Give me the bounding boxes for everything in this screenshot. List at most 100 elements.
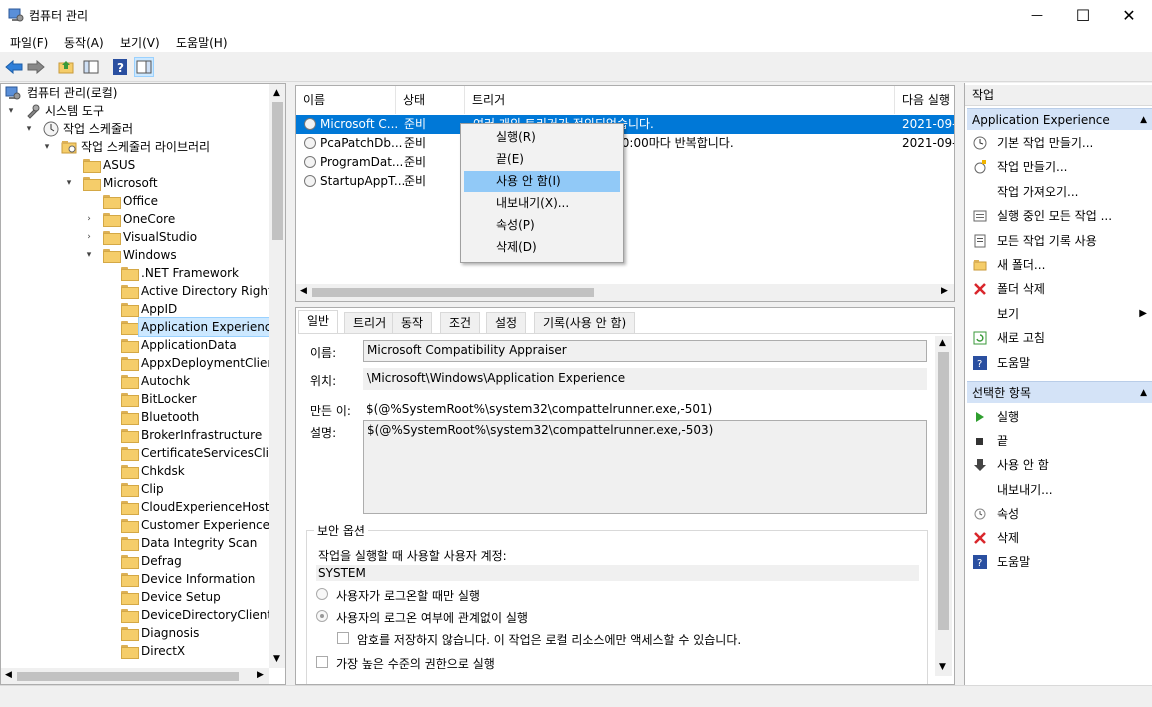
forward-button[interactable]: [26, 57, 46, 77]
tab-settings[interactable]: 설정: [486, 312, 527, 333]
end-icon: [973, 434, 987, 448]
tree-horizontal-scrollbar[interactable]: ◀ ▶: [1, 668, 269, 684]
action-create-basic-task[interactable]: 기본 작업 만들기...: [967, 131, 1151, 155]
ctx-end[interactable]: 끝(E): [464, 149, 620, 170]
tab-triggers[interactable]: 트리거: [344, 312, 396, 333]
scroll-right-icon[interactable]: ▶: [257, 670, 264, 680]
folder-icon: [121, 411, 139, 425]
maximize-button[interactable]: ☐: [1060, 0, 1106, 30]
delete-folder-icon: [973, 282, 987, 296]
task-row[interactable]: ProgramDat... 준비: [296, 153, 954, 172]
collapse-arrow-icon[interactable]: ▾: [41, 138, 53, 156]
action-new-folder[interactable]: 새 폴더...: [967, 253, 1151, 277]
security-options-title: 보안 옵션: [314, 522, 368, 539]
checkbox-highest-privileges[interactable]: [316, 656, 328, 668]
action-display-running-tasks[interactable]: 실행 중인 모든 작업 ...: [967, 204, 1151, 228]
action-create-task[interactable]: 작업 만들기...: [967, 155, 1151, 179]
action-export[interactable]: 내보내기...: [967, 478, 1151, 502]
action-help-selected[interactable]: ? 도움말: [967, 550, 1151, 574]
column-header-next-run[interactable]: 다음 실행: [895, 86, 954, 114]
account-field[interactable]: SYSTEM: [316, 565, 919, 581]
ctx-run[interactable]: 실행(R): [464, 127, 620, 148]
checkbox-do-not-store-password[interactable]: [337, 632, 349, 644]
expand-arrow-icon[interactable]: ›: [83, 228, 95, 246]
tree-node-label: BitLocker: [141, 392, 197, 406]
action-disable[interactable]: 사용 안 함: [967, 453, 1151, 477]
tab-actions[interactable]: 동작: [392, 312, 433, 333]
console-tree[interactable]: 컴퓨터 관리(로컬) ▾ 시스템 도구 ▾ 작업 스케줄러 ▾ 작업 스케줄러 라이브러리 A…: [0, 83, 286, 685]
action-properties[interactable]: 속성: [967, 502, 1151, 526]
task-row[interactable]: Microsoft C... 준비 여러 개의 트리거가 정의되었습니다. 20…: [296, 115, 954, 134]
menu-help[interactable]: 도움말(H): [176, 34, 228, 51]
menu-view[interactable]: 보기(V): [120, 34, 160, 51]
collapse-arrow-icon[interactable]: ▾: [83, 246, 95, 264]
ctx-delete[interactable]: 삭제(D): [464, 237, 620, 258]
menu-action[interactable]: 동작(A): [64, 34, 104, 51]
detail-scroll-thumb[interactable]: [938, 352, 949, 630]
action-refresh[interactable]: 새로 고침: [967, 326, 1151, 350]
action-delete[interactable]: 삭제: [967, 526, 1151, 550]
action-label: 기본 작업 만들기...: [997, 136, 1094, 150]
action-view[interactable]: 보기 ▶: [967, 302, 1151, 326]
tree-node-label: Chkdsk: [141, 464, 185, 478]
name-label: 이름:: [310, 346, 337, 360]
scroll-left-icon[interactable]: ◀: [300, 286, 307, 296]
collapse-arrow-icon[interactable]: ▾: [5, 102, 17, 120]
name-field[interactable]: Microsoft Compatibility Appraiser: [363, 340, 927, 362]
show-hide-tree-button[interactable]: [81, 57, 101, 77]
collapse-icon[interactable]: ▲: [1140, 109, 1147, 131]
action-enable-history[interactable]: 모든 작업 기록 사용: [967, 229, 1151, 253]
tasklist-hscroll-thumb[interactable]: [312, 288, 594, 297]
action-import-task[interactable]: 작업 가져오기...: [967, 180, 1151, 204]
ctx-properties[interactable]: 속성(P): [464, 215, 620, 236]
close-button[interactable]: ✕: [1106, 0, 1152, 30]
radio-whether-logged-on[interactable]: [316, 610, 328, 622]
action-delete-folder[interactable]: 폴더 삭제: [967, 277, 1151, 301]
menu-file[interactable]: 파일(F): [10, 34, 48, 51]
scroll-right-icon[interactable]: ▶: [941, 286, 948, 296]
tasklist-horizontal-scrollbar[interactable]: ◀ ▶: [296, 284, 954, 301]
action-label: 작업 가져오기...: [997, 184, 1079, 199]
collapse-icon[interactable]: ▲: [1140, 382, 1147, 404]
description-field[interactable]: $(@%SystemRoot%\system32\compattelrunner…: [363, 420, 927, 514]
back-button[interactable]: [4, 57, 24, 77]
task-row[interactable]: StartupAppT... 준비: [296, 172, 954, 191]
radio-logon-only[interactable]: [316, 588, 328, 600]
column-header-trigger[interactable]: 트리거: [465, 86, 895, 114]
scroll-down-icon[interactable]: ▼: [939, 662, 946, 672]
action-end[interactable]: 끝: [967, 429, 1151, 453]
section-application-experience[interactable]: Application Experience ▲: [967, 108, 1152, 130]
maximize-icon: ☐: [1075, 5, 1091, 25]
action-run[interactable]: 실행: [967, 405, 1151, 429]
tab-history[interactable]: 기록(사용 안 함): [534, 312, 636, 333]
help-button[interactable]: ?: [110, 57, 130, 77]
action-help[interactable]: ? 도움말: [967, 351, 1151, 375]
column-header-status[interactable]: 상태: [396, 86, 465, 114]
collapse-arrow-icon[interactable]: ▾: [63, 174, 75, 192]
up-folder-button[interactable]: [56, 57, 76, 77]
scroll-left-icon[interactable]: ◀: [5, 670, 12, 680]
task-next-run: 2021-09-: [902, 136, 955, 150]
detail-vertical-scrollbar[interactable]: ▲ ▼: [935, 336, 952, 676]
ctx-export[interactable]: 내보내기(X)...: [464, 193, 620, 214]
scroll-up-icon[interactable]: ▲: [939, 338, 946, 348]
folder-icon: [121, 483, 139, 497]
show-hide-action-pane-button[interactable]: [134, 57, 154, 77]
tree-hscroll-thumb[interactable]: [17, 672, 239, 681]
tab-general[interactable]: 일반: [298, 310, 339, 334]
tree-scroll-thumb[interactable]: [272, 102, 283, 240]
collapse-arrow-icon[interactable]: ▾: [23, 120, 35, 138]
task-row[interactable]: PcaPatchDb... 준비 트리거된 후 무기한으로 12:00:00마다…: [296, 134, 954, 153]
scroll-up-icon[interactable]: ▲: [273, 88, 280, 98]
minimize-button[interactable]: —: [1014, 0, 1060, 30]
scroll-down-icon[interactable]: ▼: [273, 654, 280, 664]
ctx-disable[interactable]: 사용 안 함(I): [464, 171, 620, 192]
task-list[interactable]: 이름 상태 트리거 다음 실행 Microsoft C... 준비 여러 개의 …: [295, 85, 955, 302]
column-header-name[interactable]: 이름: [296, 86, 396, 114]
section-selected-item[interactable]: 선택한 항목 ▲: [967, 381, 1152, 403]
tree-node-label: Active Directory Rights: [141, 284, 279, 298]
tree-vertical-scrollbar[interactable]: ▲ ▼: [269, 84, 285, 668]
expand-arrow-icon[interactable]: ›: [83, 210, 95, 228]
tab-conditions[interactable]: 조건: [440, 312, 481, 333]
help-icon: ?: [973, 555, 987, 570]
